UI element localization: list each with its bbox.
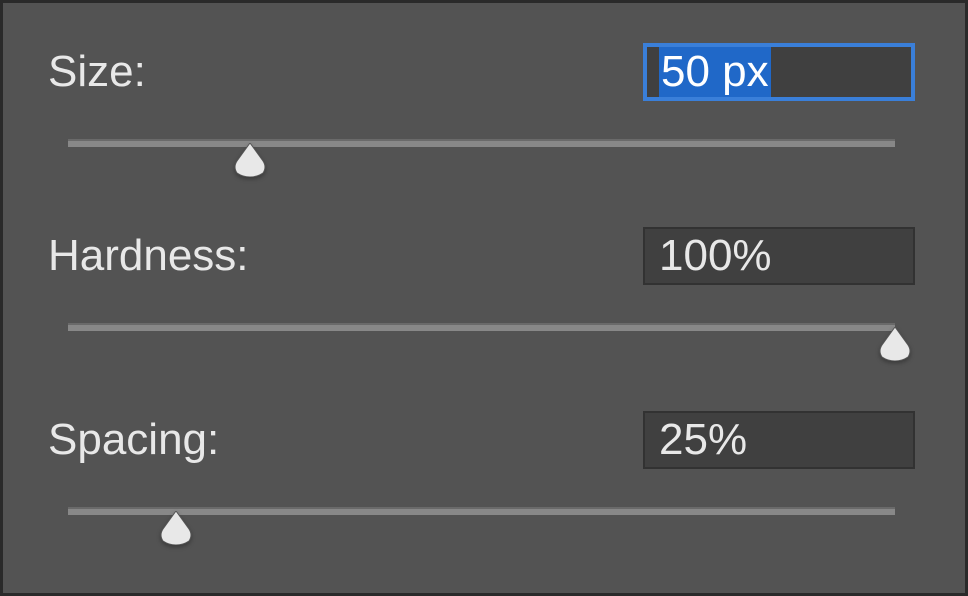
hardness-value: 100% bbox=[659, 231, 772, 281]
spacing-value: 25% bbox=[659, 415, 747, 465]
hardness-control-group: Hardness: 100% bbox=[48, 227, 915, 363]
spacing-slider-thumb[interactable] bbox=[157, 511, 195, 545]
spacing-input[interactable]: 25% bbox=[643, 411, 915, 469]
spacing-control-group: Spacing: 25% bbox=[48, 411, 915, 547]
brush-settings-panel: Size: 50 px Hardness: 100% bbox=[3, 3, 965, 547]
size-label: Size: bbox=[48, 47, 146, 97]
size-control-group: Size: 50 px bbox=[48, 43, 915, 179]
hardness-input[interactable]: 100% bbox=[643, 227, 915, 285]
hardness-slider-track bbox=[68, 323, 895, 331]
hardness-row: Hardness: 100% bbox=[48, 227, 915, 285]
hardness-slider[interactable] bbox=[48, 323, 915, 363]
size-value-selected: 50 px bbox=[659, 47, 771, 97]
size-row: Size: 50 px bbox=[48, 43, 915, 101]
hardness-label: Hardness: bbox=[48, 231, 249, 281]
size-slider-thumb[interactable] bbox=[231, 143, 269, 177]
spacing-row: Spacing: 25% bbox=[48, 411, 915, 469]
size-slider[interactable] bbox=[48, 139, 915, 179]
spacing-label: Spacing: bbox=[48, 415, 219, 465]
size-input[interactable]: 50 px bbox=[643, 43, 915, 101]
size-slider-track bbox=[68, 139, 895, 147]
spacing-slider[interactable] bbox=[48, 507, 915, 547]
hardness-slider-thumb[interactable] bbox=[876, 327, 914, 361]
